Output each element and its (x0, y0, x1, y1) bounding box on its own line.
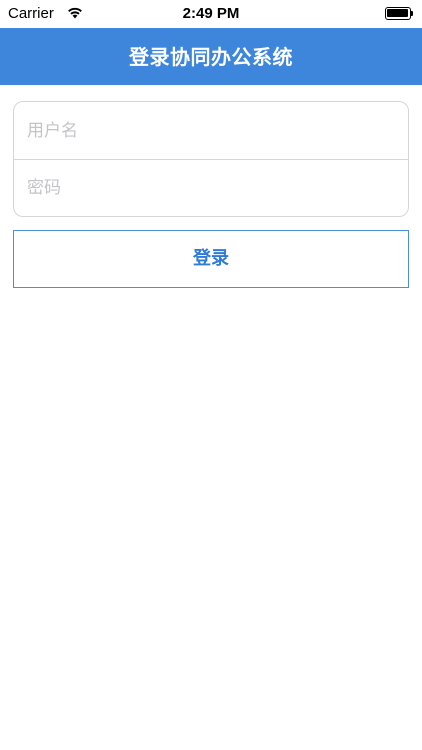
nav-bar: 登录协同办公系统 (0, 28, 422, 85)
status-bar: Carrier 2:49 PM (0, 0, 422, 28)
username-input[interactable] (27, 102, 397, 159)
username-row (14, 102, 408, 159)
page-title: 登录协同办公系统 (129, 45, 293, 69)
password-row (14, 159, 408, 216)
status-time: 2:49 PM (182, 5, 240, 22)
battery-icon (385, 7, 414, 20)
password-input[interactable] (27, 159, 397, 216)
login-form (13, 101, 409, 217)
login-button[interactable]: 登录 (13, 230, 409, 288)
